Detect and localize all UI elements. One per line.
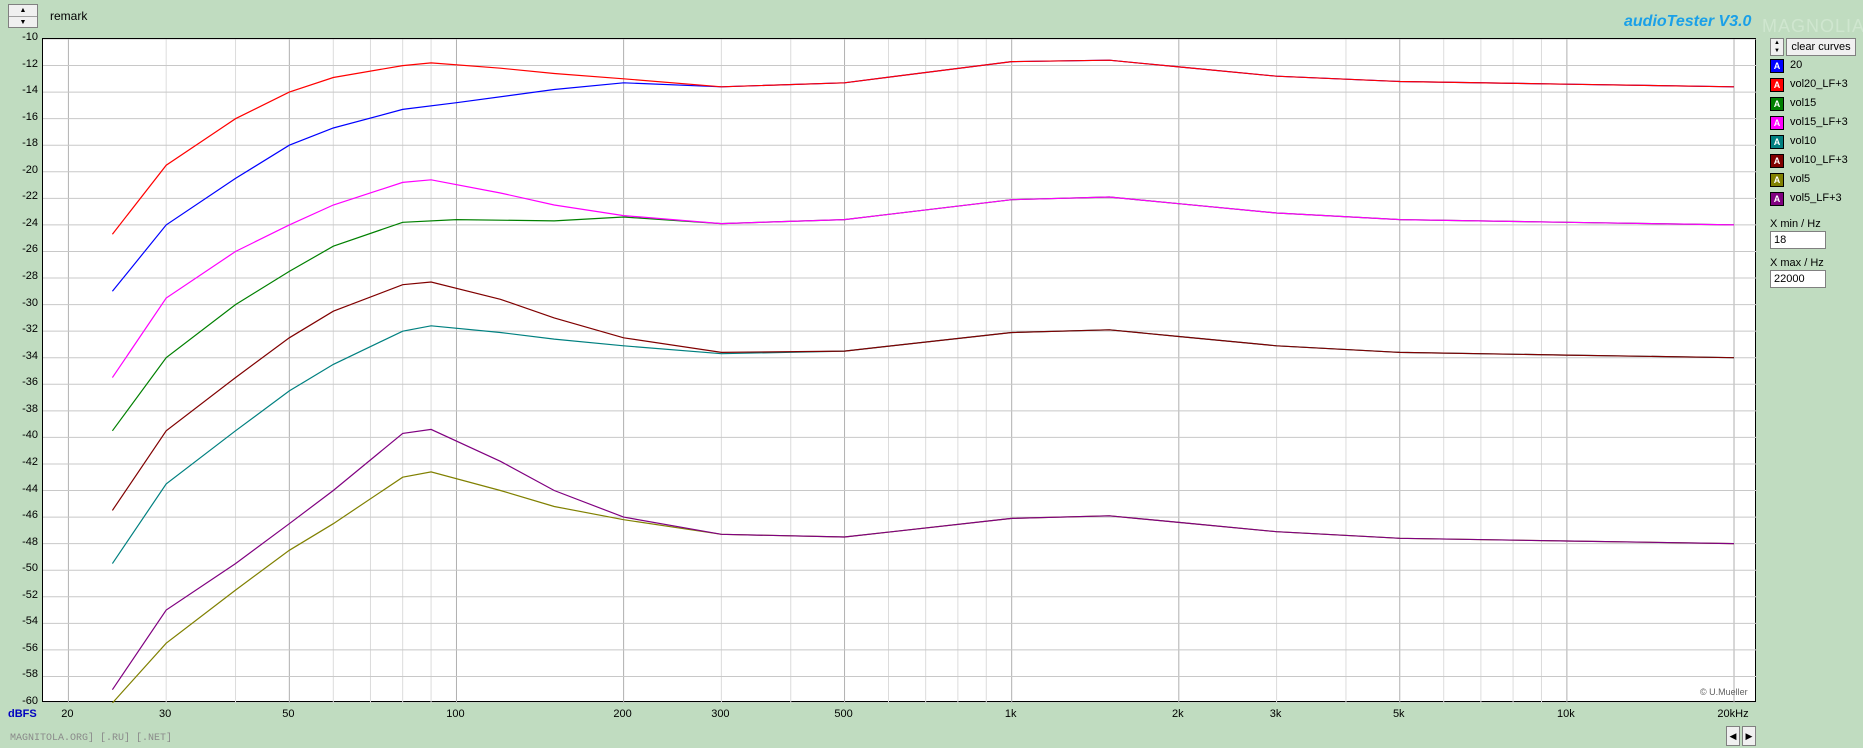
y-tick-label: -24	[22, 216, 38, 229]
y-tick-label: -32	[22, 323, 38, 336]
y-tick-label: -48	[22, 535, 38, 548]
y-tick-label: -28	[22, 270, 38, 283]
legend-spinner[interactable]: ▲ ▼	[1770, 38, 1784, 56]
y-tick-label: -12	[22, 57, 38, 70]
series-color-icon[interactable]: A	[1770, 135, 1784, 149]
y-tick-label: -22	[22, 190, 38, 203]
series-line	[111, 281, 1735, 511]
series-color-icon[interactable]: A	[1770, 97, 1784, 111]
y-tick-label: -46	[22, 509, 38, 522]
watermark-logo: MAGNOLIA	[1762, 16, 1863, 36]
x-tick-label: 200	[613, 708, 632, 720]
y-tick-label: -56	[22, 641, 38, 654]
x-tick-label: 5k	[1392, 708, 1405, 720]
xmax-input[interactable]	[1770, 270, 1826, 288]
series-line	[111, 428, 1735, 691]
y-tick-label: -60	[22, 695, 38, 707]
series-color-icon[interactable]: A	[1770, 59, 1784, 73]
series-line	[111, 59, 1735, 235]
y-tick-label: -18	[22, 137, 38, 150]
xmax-label: X max / Hz	[1770, 257, 1824, 269]
spinner-up-icon[interactable]: ▲	[9, 5, 37, 17]
y-tick-label: -34	[22, 349, 38, 362]
x-tick-label: 100	[446, 708, 465, 720]
y-tick-label: -30	[22, 296, 38, 309]
series-color-icon[interactable]: A	[1770, 116, 1784, 130]
legend-label: vol20_LF+3	[1790, 78, 1848, 90]
x-tick-label: 20kHz	[1717, 708, 1749, 720]
x-tick-label: 30	[159, 708, 172, 720]
y-tick-label: -36	[22, 376, 38, 389]
x-tick-label: 3k	[1269, 708, 1282, 720]
frequency-response-chart	[43, 39, 1757, 703]
series-color-icon[interactable]: A	[1770, 173, 1784, 187]
spinner-down-icon[interactable]: ▼	[9, 17, 37, 28]
x-tick-label: 300	[711, 708, 730, 720]
copyright-label: © U.Mueller	[1700, 687, 1748, 697]
y-tick-label: -10	[22, 31, 38, 43]
y-tick-label: -58	[22, 668, 38, 681]
legend-label: vol10_LF+3	[1790, 154, 1848, 166]
x-tick-label: 20	[61, 708, 74, 720]
scroll-left-button[interactable]: ◀	[1726, 726, 1740, 746]
xmin-input[interactable]	[1770, 231, 1826, 249]
legend-label: 20	[1790, 59, 1803, 71]
remark-label: remark	[50, 9, 88, 23]
x-tick-label: 50	[282, 708, 295, 720]
x-tick-label: 500	[834, 708, 853, 720]
series-line	[111, 471, 1735, 703]
y-tick-label: -26	[22, 243, 38, 256]
plot-area[interactable]	[42, 38, 1757, 703]
legend-label: vol10	[1790, 135, 1817, 147]
y-tick-label: -42	[22, 455, 38, 468]
series-line	[111, 179, 1735, 378]
y-tick-label: -40	[22, 429, 38, 442]
series-line	[111, 59, 1735, 292]
legend-label: vol5_LF+3	[1790, 192, 1842, 204]
series-color-icon[interactable]: A	[1770, 78, 1784, 92]
series-color-icon[interactable]: A	[1770, 154, 1784, 168]
legend-label: vol15_LF+3	[1790, 116, 1848, 128]
x-tick-label: 1k	[1004, 708, 1017, 720]
series-line	[111, 196, 1735, 432]
legend-label: vol15	[1790, 97, 1817, 109]
remark-spinner[interactable]: ▲ ▼	[8, 4, 38, 28]
x-tick-label: 2k	[1172, 708, 1184, 720]
y-tick-label: -52	[22, 588, 38, 601]
y-tick-label: -50	[22, 562, 38, 575]
legend-label: vol5	[1790, 173, 1811, 185]
scroll-right-button[interactable]: ▶	[1742, 726, 1756, 746]
app-title: audioTester V3.0	[1624, 13, 1752, 30]
y-tick-label: -44	[22, 482, 38, 495]
series-color-icon[interactable]: A	[1770, 192, 1784, 206]
y-unit-label: dBFS	[8, 708, 37, 720]
clear-curves-button[interactable]: clear curves	[1786, 38, 1856, 56]
bottom-url-text: MAGNITOLA.ORG] [.RU] [.NET]	[10, 733, 173, 744]
y-tick-label: -20	[22, 163, 38, 176]
y-tick-label: -38	[22, 402, 38, 415]
xmin-label: X min / Hz	[1770, 218, 1821, 230]
y-tick-label: -54	[22, 615, 38, 628]
x-tick-label: 10k	[1557, 708, 1575, 720]
y-tick-label: -16	[22, 110, 38, 123]
y-tick-label: -14	[22, 84, 38, 97]
